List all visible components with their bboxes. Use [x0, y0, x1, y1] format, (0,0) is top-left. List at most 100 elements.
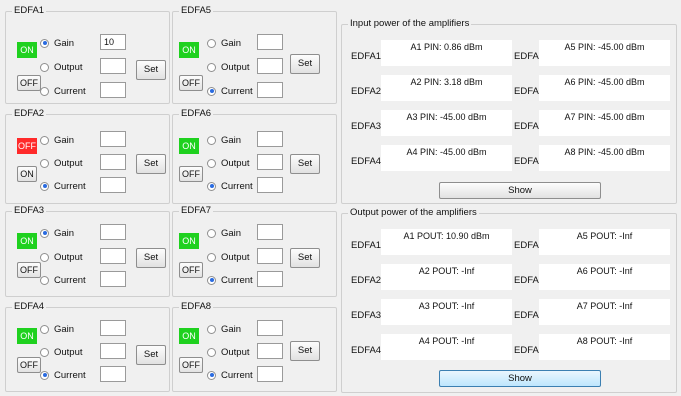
- current-input[interactable]: [100, 366, 126, 382]
- current-input[interactable]: [257, 271, 283, 287]
- output-input[interactable]: [257, 248, 283, 264]
- output-power-title: Output power of the amplifiers: [348, 207, 479, 219]
- radio-output[interactable]: Output: [40, 60, 83, 74]
- gain-input[interactable]: [100, 224, 126, 240]
- output-input[interactable]: [257, 343, 283, 359]
- off-button[interactable]: OFF: [17, 138, 37, 154]
- radio-gain[interactable]: Gain: [40, 133, 74, 147]
- input-label-edfa2: EDFA2: [351, 86, 382, 97]
- gain-input[interactable]: [257, 320, 283, 336]
- show-input-power-button[interactable]: Show: [439, 182, 601, 199]
- radio-icon: [207, 370, 216, 380]
- set-button[interactable]: Set: [136, 154, 166, 174]
- radio-gain[interactable]: Gain: [207, 226, 241, 240]
- set-button[interactable]: Set: [136, 345, 166, 365]
- radio-output[interactable]: Output: [40, 345, 83, 359]
- set-button[interactable]: Set: [136, 248, 166, 268]
- set-button[interactable]: Set: [136, 60, 166, 80]
- radio-icon: [40, 38, 49, 48]
- on-button[interactable]: ON: [17, 328, 37, 344]
- radio-icon: [207, 324, 216, 334]
- radio-current[interactable]: Current: [207, 273, 253, 287]
- current-input[interactable]: [257, 366, 283, 382]
- radio-icon: [40, 347, 49, 357]
- gain-input[interactable]: [100, 131, 126, 147]
- off-button[interactable]: OFF: [17, 75, 41, 91]
- gain-input[interactable]: [257, 131, 283, 147]
- gain-input[interactable]: [100, 320, 126, 336]
- radio-icon: [40, 228, 49, 238]
- output-input[interactable]: [100, 58, 126, 74]
- set-button[interactable]: Set: [290, 154, 320, 174]
- radio-gain[interactable]: Gain: [207, 133, 241, 147]
- radio-gain[interactable]: Gain: [40, 226, 74, 240]
- radio-icon: [40, 324, 49, 334]
- radio-gain[interactable]: Gain: [207, 36, 241, 50]
- on-button[interactable]: ON: [17, 42, 37, 58]
- radio-current[interactable]: Current: [40, 179, 86, 193]
- input-label-edfa1: EDFA1: [351, 51, 382, 62]
- input-label-edfa3: EDFA3: [351, 121, 382, 132]
- off-button[interactable]: OFF: [179, 166, 203, 182]
- radio-current[interactable]: Current: [40, 368, 86, 382]
- on-button[interactable]: ON: [17, 233, 37, 249]
- output-input[interactable]: [100, 248, 126, 264]
- radio-icon: [207, 275, 216, 285]
- off-button[interactable]: OFF: [179, 357, 203, 373]
- output-input[interactable]: [257, 58, 283, 74]
- group-title: EDFA8: [179, 301, 214, 313]
- radio-output[interactable]: Output: [40, 250, 83, 264]
- edfa6-group: EDFA6 ON OFF Gain Output Current Set: [172, 108, 337, 204]
- current-input[interactable]: [100, 82, 126, 98]
- off-button[interactable]: OFF: [179, 75, 203, 91]
- output-value-edfa5: A5 POUT: -Inf: [539, 229, 670, 255]
- edfa5-group: EDFA5 ON OFF Gain Output Current Set: [172, 5, 337, 104]
- current-input[interactable]: [257, 82, 283, 98]
- radio-output[interactable]: Output: [207, 250, 250, 264]
- show-output-power-button[interactable]: Show: [439, 370, 601, 387]
- radio-icon: [40, 275, 49, 285]
- on-button[interactable]: ON: [179, 138, 199, 154]
- radio-output[interactable]: Output: [207, 345, 250, 359]
- input-value-edfa1: A1 PIN: 0.86 dBm: [381, 40, 512, 66]
- output-label-edfa3: EDFA3: [351, 310, 382, 321]
- output-input[interactable]: [257, 154, 283, 170]
- set-button[interactable]: Set: [290, 54, 320, 74]
- current-input[interactable]: [100, 271, 126, 287]
- input-value-edfa2: A2 PIN: 3.18 dBm: [381, 75, 512, 101]
- radio-current[interactable]: Current: [40, 84, 86, 98]
- radio-current[interactable]: Current: [207, 368, 253, 382]
- output-input[interactable]: [100, 154, 126, 170]
- current-input[interactable]: [100, 177, 126, 193]
- current-input[interactable]: [257, 177, 283, 193]
- radio-current[interactable]: Current: [207, 179, 253, 193]
- edfa2-group: EDFA2 OFF ON Gain Output Current Set: [5, 108, 170, 204]
- radio-gain[interactable]: Gain: [40, 36, 74, 50]
- set-button[interactable]: Set: [290, 341, 320, 361]
- on-button[interactable]: ON: [17, 166, 37, 182]
- off-button[interactable]: OFF: [179, 262, 203, 278]
- radio-output[interactable]: Output: [207, 156, 250, 170]
- radio-output[interactable]: Output: [207, 60, 250, 74]
- output-label-edfa4: EDFA4: [351, 345, 382, 356]
- gain-input[interactable]: [257, 34, 283, 50]
- radio-gain[interactable]: Gain: [40, 322, 74, 336]
- off-button[interactable]: OFF: [17, 357, 41, 373]
- set-button[interactable]: Set: [290, 248, 320, 268]
- gain-input[interactable]: [257, 224, 283, 240]
- on-button[interactable]: ON: [179, 233, 199, 249]
- output-input[interactable]: [100, 343, 126, 359]
- radio-current[interactable]: Current: [40, 273, 86, 287]
- group-title: EDFA6: [179, 108, 214, 120]
- radio-icon: [207, 181, 216, 191]
- edfa3-group: EDFA3 ON OFF Gain Output Current Set: [5, 205, 170, 297]
- on-button[interactable]: ON: [179, 328, 199, 344]
- radio-current[interactable]: Current: [207, 84, 253, 98]
- off-button[interactable]: OFF: [17, 262, 41, 278]
- on-button[interactable]: ON: [179, 42, 199, 58]
- radio-gain[interactable]: Gain: [207, 322, 241, 336]
- group-title: EDFA4: [12, 301, 47, 313]
- gain-input[interactable]: 10: [100, 34, 126, 50]
- output-value-edfa8: A8 POUT: -Inf: [539, 334, 670, 360]
- radio-output[interactable]: Output: [40, 156, 83, 170]
